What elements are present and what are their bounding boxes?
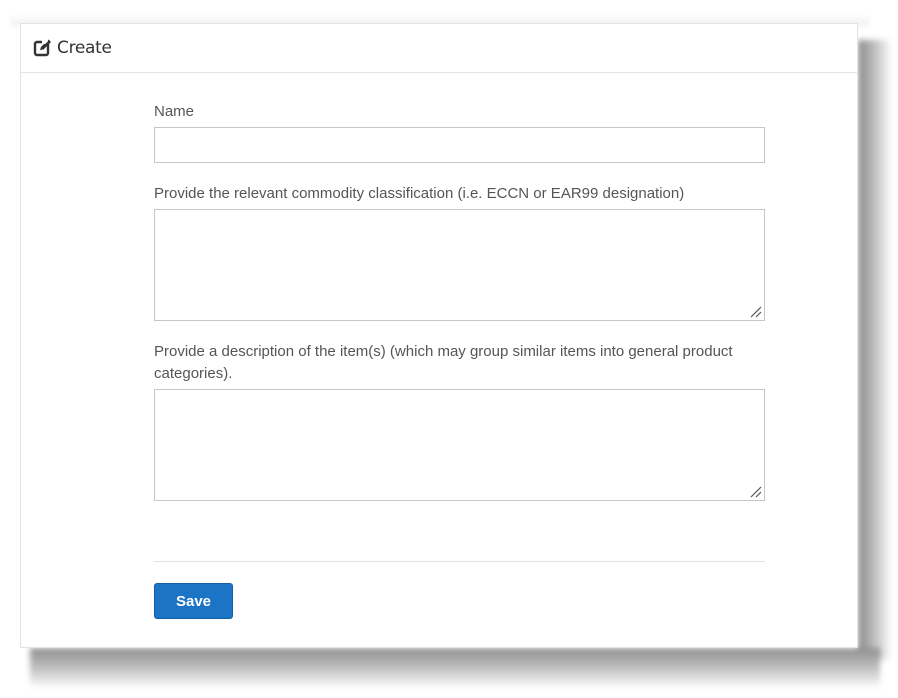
description-label: Provide a description of the item(s) (wh… <box>154 343 733 382</box>
panel-shadow-right <box>858 40 892 660</box>
panel-title: Create <box>57 38 112 58</box>
name-input[interactable] <box>154 127 765 163</box>
save-button[interactable]: Save <box>154 583 233 619</box>
form-divider <box>154 561 765 562</box>
edit-icon <box>33 38 53 58</box>
panel-shadow-bottom <box>30 648 880 688</box>
resize-grip-icon[interactable] <box>748 304 762 318</box>
classification-textarea-wrapper <box>154 209 765 321</box>
classification-textarea[interactable] <box>155 210 764 320</box>
create-panel: Create Name Provide the relevant commodi… <box>20 23 858 648</box>
description-textarea-wrapper <box>154 389 765 501</box>
resize-grip-icon[interactable] <box>748 484 762 498</box>
create-form: Name Provide the relevant commodity clas… <box>154 101 765 619</box>
name-label: Name <box>154 103 195 120</box>
panel-header: Create <box>21 24 857 73</box>
description-textarea[interactable] <box>155 390 764 500</box>
classification-label: Provide the relevant commodity classific… <box>154 185 685 202</box>
